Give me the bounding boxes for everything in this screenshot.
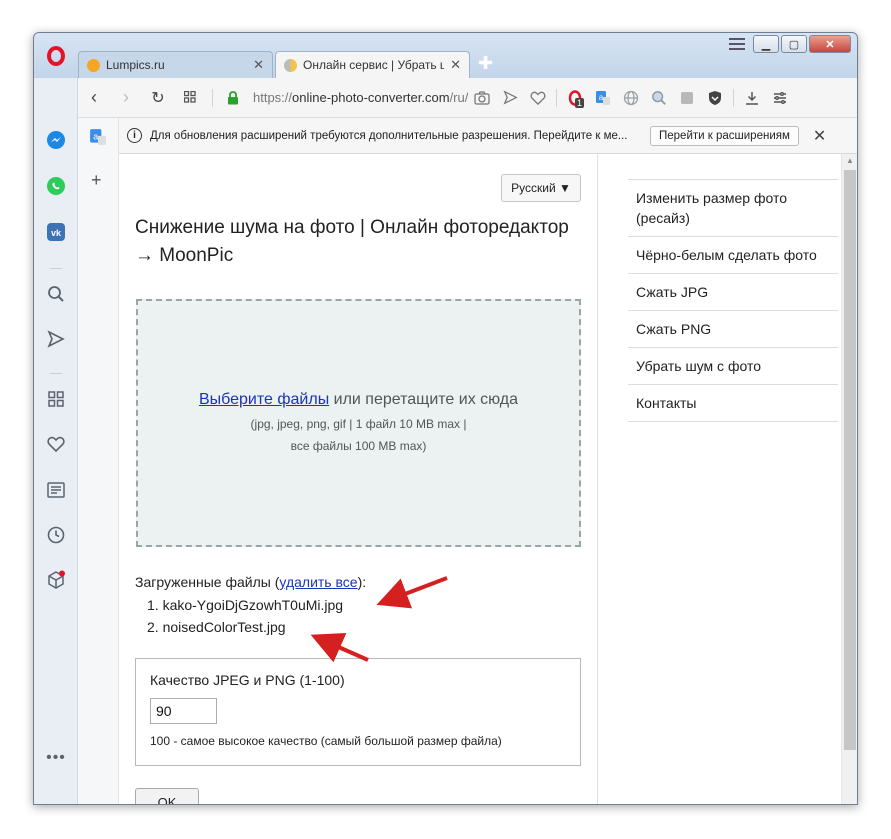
history-clock-icon[interactable] [46,525,66,545]
extensions-cube-icon[interactable] [46,570,66,590]
tab-title: Онлайн сервис | Убрать шу [303,58,445,72]
badge-count: 1 [575,97,585,108]
dropzone-instruction: Выберите файлы или перетащите их сюда [198,391,519,408]
tab-online-service[interactable]: Онлайн сервис | Убрать шу ✕ [275,51,470,78]
lumpics-favicon-icon [87,58,100,72]
browser-window: ▁ ▢ ✕ Lumpics.ru ✕ Онлайн сервис | Убрат… [33,32,858,805]
menu-item-denoise[interactable]: Убрать шум с фото [628,348,838,385]
scrollbar-thumb[interactable] [844,170,856,750]
download-icon[interactable] [738,88,766,108]
vertical-scrollbar[interactable]: ▲ [841,154,857,804]
uploaded-files-list: 1. kako-YgoiDjGzowhT0uMi.jpg 2. noisedCo… [147,594,343,638]
camera-snapshot-icon[interactable] [468,88,496,108]
list-item: 1. kako-YgoiDjGzowhT0uMi.jpg [147,597,344,613]
svg-text:a: a [93,131,98,141]
vk-icon[interactable]: vk [46,222,66,242]
moonpic-favicon-icon [284,58,297,72]
whatsapp-icon[interactable] [46,176,66,196]
dropzone-limits: (jpg, jpeg, png, gif | 1 файл 10 MB max … [250,417,467,453]
zoom-search-icon[interactable] [645,88,673,108]
infobar-message: Для обновления расширений требуются допо… [150,129,628,142]
reload-icon[interactable]: ↻ [142,88,174,108]
add-extension-icon[interactable]: + [91,170,102,191]
back-arrow-icon[interactable]: ‹ [78,87,110,108]
speed-dial-icon[interactable] [46,389,66,409]
close-tab-icon[interactable]: ✕ [450,57,461,73]
content-area: a + i Для обновления расширений требуютс… [78,118,857,804]
secure-lock-icon[interactable] [219,88,247,108]
sidebar-divider [50,268,62,269]
main-column: Русский ▼ Снижение шума на фото | Онлайн… [119,154,597,804]
menu-item-compress-png[interactable]: Сжать PNG [628,311,838,348]
messenger-icon[interactable] [46,130,66,150]
menu-item-resize[interactable]: Изменить размер фото (ресайз) [628,180,838,237]
easy-setup-icon[interactable] [766,88,794,108]
quality-settings-box: Качество JPEG и PNG (1-100) 100 - самое … [135,658,581,766]
ok-button[interactable]: OK [135,788,199,804]
send-icon[interactable] [46,329,66,349]
opera-menu-icon[interactable] [729,38,745,50]
send-to-flow-icon[interactable] [496,88,524,108]
opera-sidebar: vk ••• [34,45,78,804]
svg-text:vk: vk [51,228,62,238]
close-tab-icon[interactable]: ✕ [253,57,264,73]
uploaded-files-label: Загруженные файлы (удалить все): [135,574,367,590]
sidebar-divider [50,373,62,374]
bookmark-heart-icon[interactable] [524,88,552,108]
list-item: 2. noisedColorTest.jpg [147,619,286,635]
tab-title: Lumpics.ru [106,58,165,72]
toolbar-divider [733,88,734,107]
new-tab-icon[interactable]: ✚ [478,53,493,74]
opera-ext-badge-icon[interactable]: 1 [561,88,589,108]
opera-logo-icon[interactable] [34,33,78,78]
quality-hint: 100 - самое высокое качество (самый боль… [150,734,502,748]
forward-arrow-icon[interactable]: › [110,87,142,108]
tab-strip: Lumpics.ru ✕ Онлайн сервис | Убрать шу ✕… [78,50,857,78]
extensions-infobar: i Для обновления расширений требуются до… [119,118,857,154]
search-icon[interactable] [46,284,66,304]
more-dots-icon[interactable]: ••• [46,748,66,768]
scroll-up-arrow-icon[interactable]: ▲ [842,156,857,168]
news-icon[interactable] [46,480,66,500]
speed-dial-icon[interactable] [174,87,206,108]
close-infobar-icon[interactable]: ✕ [813,126,826,146]
heart-icon[interactable] [46,434,66,454]
menu-item-black-white[interactable]: Чёрно-белым сделать фото [628,237,838,274]
page-title: Снижение шума на фото | Онлайн фоторедак… [135,217,569,266]
shield-icon[interactable] [701,88,729,108]
translate-ext-icon[interactable]: a [89,128,107,151]
extensions-panel: a + [78,118,119,804]
choose-files-link[interactable]: Выберите файлы [199,391,329,408]
tab-lumpics[interactable]: Lumpics.ru ✕ [78,51,273,78]
go-to-extensions-button[interactable]: Перейти к расширениям [650,125,799,146]
file-dropzone[interactable]: Выберите файлы или перетащите их сюда (j… [136,299,581,547]
language-select[interactable]: Русский ▼ [501,174,581,202]
menu-item-compress-jpg[interactable]: Сжать JPG [628,274,838,311]
url-field[interactable]: https://online-photo-converter.com/ru/ir [253,90,468,105]
tools-menu: Изменить размер фото (ресайз) Чёрно-белы… [628,179,838,422]
toolbar-divider [556,88,557,107]
delete-all-link[interactable]: удалить все [279,574,357,590]
web-page: Русский ▼ Снижение шума на фото | Онлайн… [119,154,841,804]
quality-label: Качество JPEG и PNG (1-100) [150,672,345,688]
ext-gray-icon[interactable] [673,88,701,108]
info-icon: i [127,128,142,143]
quality-input[interactable] [150,698,217,724]
right-sidebar: Изменить размер фото (ресайз) Чёрно-белы… [597,154,841,804]
translate-icon[interactable]: a [589,88,617,108]
address-toolbar: ‹ › ↻ https://online-photo-converter.com… [78,78,857,118]
toolbar-divider [212,88,213,107]
globe-vpn-icon[interactable] [617,88,645,108]
menu-item-contacts[interactable]: Контакты [628,385,838,422]
title-bar: ▁ ▢ ✕ Lumpics.ru ✕ Онлайн сервис | Убрат… [34,33,857,78]
